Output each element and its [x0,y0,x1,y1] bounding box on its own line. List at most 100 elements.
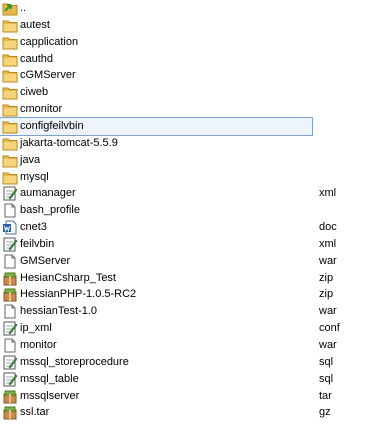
file-name: aumanager [20,187,76,199]
file-name-cell[interactable]: jakarta-tomcat-5.5.9 [0,135,312,152]
list-item[interactable]: hessianTest-1.0 war [0,303,366,320]
notepad-file-icon [2,372,18,387]
file-name-cell[interactable]: ciweb [0,84,312,101]
file-name: monitor [20,339,57,351]
list-item[interactable]: mssql_storeprocedure sql [0,354,366,371]
list-item[interactable]: ciweb [0,84,366,101]
file-extension: xml [319,238,337,250]
file-extension: xml [319,187,337,199]
file-name: ip_xml [20,322,52,334]
file-name: configfeilvbin [20,120,84,132]
file-name-cell[interactable]: capplication [0,34,312,51]
list-item[interactable]: cmonitor [0,101,366,118]
folder-icon [2,35,18,50]
file-name-cell[interactable]: .. [0,0,312,17]
file-name: cauthd [20,53,54,65]
list-item[interactable]: capplication [0,34,366,51]
list-item[interactable]: cauthd [0,51,366,68]
file-name-cell[interactable]: aumanager [0,185,312,202]
archive-icon [2,389,18,404]
list-item[interactable]: aumanager xml [0,185,366,202]
file-name: ciweb [20,86,49,98]
file-extension: doc [319,221,337,233]
list-item[interactable]: GMServer war [0,253,366,270]
file-extension: tar [319,390,332,402]
file-name: GMServer [20,255,71,267]
file-name-cell[interactable]: java [0,152,312,169]
list-item[interactable]: mssql_table sql [0,371,366,388]
file-name-cell[interactable]: bash_profile [0,202,312,219]
file-extension: sql [319,373,334,385]
blank-file-icon [2,304,18,319]
file-name: cnet3 [20,221,47,233]
list-item[interactable]: configfeilvbin [0,117,366,136]
notepad-file-icon [2,321,18,336]
list-item[interactable]: mssqlserver tar [0,388,366,405]
file-name: mssqlserver [20,390,80,402]
file-extension: war [319,305,337,317]
notepad-file-icon [2,237,18,252]
file-name-cell[interactable]: cnet3 [0,219,312,236]
file-name-cell[interactable]: cmonitor [0,101,312,118]
blank-file-icon [2,338,18,353]
list-item[interactable]: HessianPHP-1.0.5-RC2 zip [0,286,366,303]
file-name-cell[interactable]: configfeilvbin [0,117,313,136]
folder-icon [2,52,18,67]
archive-icon [2,405,18,420]
list-item[interactable]: feilvbin xml [0,236,366,253]
file-name: capplication [20,36,79,48]
folder-icon [2,68,18,83]
list-item[interactable]: bash_profile [0,202,366,219]
file-name: cGMServer [20,69,76,81]
file-extension: conf [319,322,340,334]
list-item[interactable]: mysql [0,169,366,186]
file-name: ssl.tar [20,406,50,418]
file-name-cell[interactable]: feilvbin [0,236,312,253]
file-name: autest [20,19,50,31]
list-item[interactable]: ip_xml conf [0,320,366,337]
folder-icon [2,102,18,117]
file-name-cell[interactable]: ip_xml [0,320,312,337]
file-extension: zip [319,272,334,284]
notepad-file-icon [2,355,18,370]
file-name-cell[interactable]: mssql_storeprocedure [0,354,312,371]
list-item[interactable]: autest [0,17,366,34]
file-name-cell[interactable]: mssqlserver [0,388,312,405]
file-name: java [20,154,41,166]
file-name-cell[interactable]: mssql_table [0,371,312,388]
file-name: feilvbin [20,238,55,250]
file-name-cell[interactable]: hessianTest-1.0 [0,303,312,320]
file-name-cell[interactable]: HesianCsharp_Test [0,270,312,287]
list-item[interactable]: jakarta-tomcat-5.5.9 [0,135,366,152]
file-extension: sql [319,356,334,368]
file-name: HesianCsharp_Test [20,272,116,284]
file-name: jakarta-tomcat-5.5.9 [20,137,118,149]
file-name-cell[interactable]: HessianPHP-1.0.5-RC2 [0,286,312,303]
notepad-file-icon [2,186,18,201]
file-name: HessianPHP-1.0.5-RC2 [20,288,137,300]
file-name: mssql_storeprocedure [20,356,129,368]
list-item[interactable]: cnet3 doc [0,219,366,236]
folder-icon [2,153,18,168]
file-extension: zip [319,288,334,300]
file-name-cell[interactable]: cGMServer [0,67,312,84]
file-name-cell[interactable]: mysql [0,169,312,186]
folder-icon [2,85,18,100]
list-item[interactable]: java [0,152,366,169]
blank-file-icon [2,254,18,269]
list-item[interactable]: .. [0,0,366,17]
list-item[interactable]: monitor war [0,337,366,354]
file-extension: war [319,255,337,267]
file-name-cell[interactable]: monitor [0,337,312,354]
file-name-cell[interactable]: autest [0,17,312,34]
archive-icon [2,287,18,302]
file-name-cell[interactable]: ssl.tar [0,404,312,421]
file-name: bash_profile [20,204,80,216]
file-name-cell[interactable]: cauthd [0,51,312,68]
list-item[interactable]: cGMServer [0,67,366,84]
list-item[interactable]: HesianCsharp_Test zip [0,270,366,287]
folder-icon [2,170,18,185]
file-name-cell[interactable]: GMServer [0,253,312,270]
list-item[interactable]: ssl.tar gz [0,404,366,421]
parent-folder-icon [2,1,18,16]
